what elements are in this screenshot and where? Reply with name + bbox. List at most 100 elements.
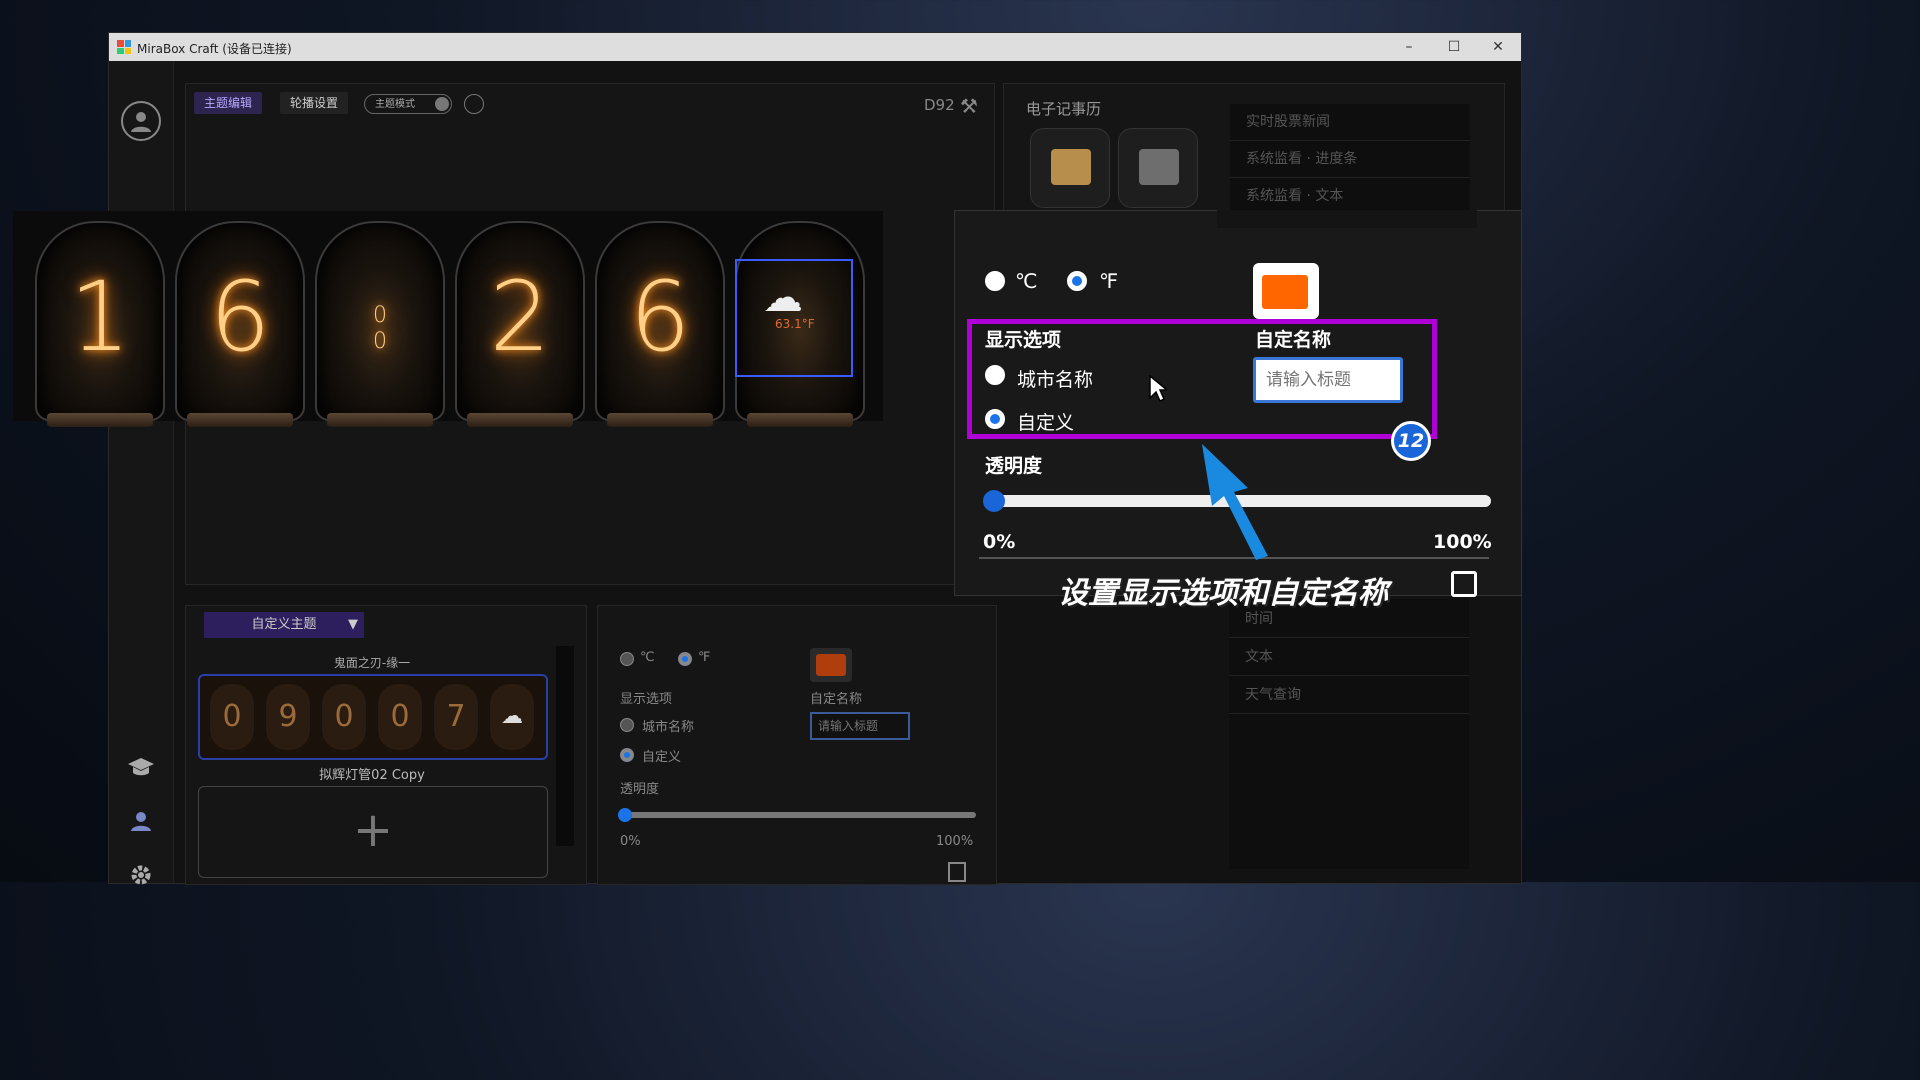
mini-tube: 0 — [378, 684, 422, 750]
calendar-gray-icon — [1139, 149, 1179, 185]
calendar-color-icon — [1051, 149, 1091, 185]
weather-tube[interactable]: ☁ 63.1°F — [735, 221, 865, 427]
list-item[interactable]: 天气查询 — [1229, 677, 1469, 714]
opacity-min: 0% — [620, 834, 641, 849]
step-badge: 12 — [1391, 421, 1431, 461]
close-button[interactable]: ✕ — [1483, 37, 1513, 57]
theme-thumbnail[interactable]: 0 9 0 0 7 ☁ — [198, 674, 548, 760]
theme-name[interactable]: 拟辉灯管02 Copy — [186, 764, 558, 783]
fahrenheit-label: ℉ — [698, 650, 711, 665]
custom-radio[interactable] — [985, 409, 1005, 429]
panel-notch — [1217, 210, 1477, 228]
slider-thumb[interactable] — [983, 490, 1005, 512]
weather-temp: 63.1°F — [775, 317, 815, 331]
save-icon[interactable] — [1451, 571, 1477, 597]
calendar-widget-2[interactable] — [1118, 128, 1198, 208]
window-title: MiraBox Craft (设备已连接) — [137, 42, 292, 56]
title-bar: MiraBox Craft (设备已连接) – ☐ ✕ — [109, 33, 1521, 61]
nixie-tube[interactable]: 6 — [175, 221, 305, 427]
add-theme-button[interactable]: + — [198, 786, 548, 878]
slider-thumb[interactable] — [618, 808, 632, 822]
custom-radio[interactable] — [620, 748, 634, 762]
list-item[interactable]: 实时股票新闻 — [1230, 104, 1470, 141]
chevron-down-icon: ▼ — [348, 617, 358, 632]
theme-dropdown[interactable]: 自定义主题 ▼ — [204, 612, 364, 638]
calendar-title: 电子记事历 — [1026, 100, 1102, 118]
color-swatch-button[interactable] — [810, 648, 852, 682]
celsius-label: ℃ — [640, 650, 655, 665]
mini-tube: 7 — [434, 684, 478, 750]
app-logo-icon — [117, 40, 131, 54]
tools-icon[interactable]: ⚒ — [960, 94, 978, 118]
opacity-slider[interactable] — [618, 808, 976, 822]
dropdown-label: 自定义主题 — [251, 617, 317, 632]
custom-name-label: 自定名称 — [1255, 329, 1332, 351]
calendar-widget-1[interactable] — [1030, 128, 1110, 208]
user-avatar-icon[interactable] — [121, 101, 161, 141]
display-options-label: 显示选项 — [620, 692, 673, 707]
city-name-radio[interactable] — [985, 365, 1005, 385]
mini-tube: 0 — [210, 684, 254, 750]
color-swatch — [816, 654, 846, 676]
users-icon[interactable] — [121, 801, 161, 841]
annotation-arrow-icon — [1202, 444, 1268, 560]
widget-list-bottom: 时间 文本 天气查询 — [1229, 599, 1469, 869]
list-item[interactable]: 系统监看 · 进度条 — [1230, 141, 1470, 178]
celsius-radio[interactable] — [985, 271, 1005, 291]
custom-label: 自定义 — [1017, 412, 1075, 434]
weather-settings-panel: ℃ ℉ 显示选项 自定名称 城市名称 自定义 透明度 0% 100% — [597, 605, 997, 885]
widget-list-top: 实时股票新闻 系统监看 · 进度条 系统监看 · 文本 — [1230, 104, 1470, 224]
opacity-label: 透明度 — [985, 455, 1043, 477]
tube-digit: 1 — [69, 261, 131, 373]
mini-tube: 9 — [266, 684, 310, 750]
cloud-sun-icon: ☁ — [763, 275, 803, 321]
nixie-tube[interactable]: 6 — [595, 221, 725, 427]
mini-cloud-icon: ☁ — [490, 684, 534, 750]
nixie-preview: 1 6 0 0 2 6 ☁ 63.1°F — [13, 211, 883, 427]
theme-name[interactable]: 鬼面之刃-缘一 — [186, 654, 558, 671]
save-icon[interactable] — [948, 862, 966, 882]
list-item[interactable]: 文本 — [1229, 639, 1469, 676]
tab-theme-edit[interactable]: 主题编辑 — [194, 92, 263, 114]
city-name-label: 城市名称 — [642, 720, 695, 735]
custom-name-input[interactable] — [1253, 357, 1403, 403]
tube-digit: 2 — [489, 261, 551, 373]
tube-digit: 6 — [629, 261, 691, 373]
scrollbar[interactable] — [556, 646, 574, 846]
tab-carousel[interactable]: 轮播设置 — [280, 92, 349, 114]
theme-mode-label: 主题模式 — [375, 99, 415, 110]
theme-mode-toggle[interactable]: 主题模式 — [364, 94, 452, 114]
graduation-cap-icon[interactable] — [121, 747, 161, 787]
nixie-tube[interactable]: 0 0 — [315, 221, 445, 427]
display-options-label: 显示选项 — [985, 329, 1062, 351]
calendar-panel: 电子记事历 实时股票新闻 系统监看 · 进度条 系统监看 · 文本 — [1003, 83, 1505, 224]
custom-name-input[interactable] — [810, 712, 910, 740]
tube-digit: 6 — [209, 261, 271, 373]
color-swatch — [1262, 275, 1308, 309]
toggle-knob-icon — [435, 97, 449, 111]
fahrenheit-label: ℉ — [1099, 269, 1119, 293]
celsius-label: ℃ — [1015, 269, 1038, 293]
celsius-radio[interactable] — [620, 652, 634, 666]
tube-colon: 0 0 — [373, 303, 387, 354]
opacity-max: 100% — [936, 834, 974, 849]
device-model: D92 — [924, 96, 955, 114]
minimize-button[interactable]: – — [1394, 37, 1424, 57]
opacity-max: 100% — [1433, 531, 1492, 553]
fahrenheit-radio[interactable] — [1067, 271, 1087, 291]
city-name-label: 城市名称 — [1017, 369, 1094, 391]
mini-tube: 0 — [322, 684, 366, 750]
screen-icon[interactable] — [464, 94, 484, 114]
nixie-tube[interactable]: 2 — [455, 221, 585, 427]
sidebar — [109, 61, 174, 885]
color-swatch-button[interactable] — [1253, 263, 1319, 319]
settings-gear-icon[interactable] — [121, 855, 161, 895]
custom-name-label: 自定名称 — [810, 692, 863, 707]
fahrenheit-radio[interactable] — [678, 652, 692, 666]
caption-text: 设置显示选项和自定名称 — [1058, 576, 1388, 611]
custom-label: 自定义 — [642, 750, 682, 765]
opacity-label: 透明度 — [620, 782, 660, 797]
maximize-button[interactable]: ☐ — [1439, 37, 1469, 57]
nixie-tube[interactable]: 1 — [35, 221, 165, 427]
city-name-radio[interactable] — [620, 718, 634, 732]
